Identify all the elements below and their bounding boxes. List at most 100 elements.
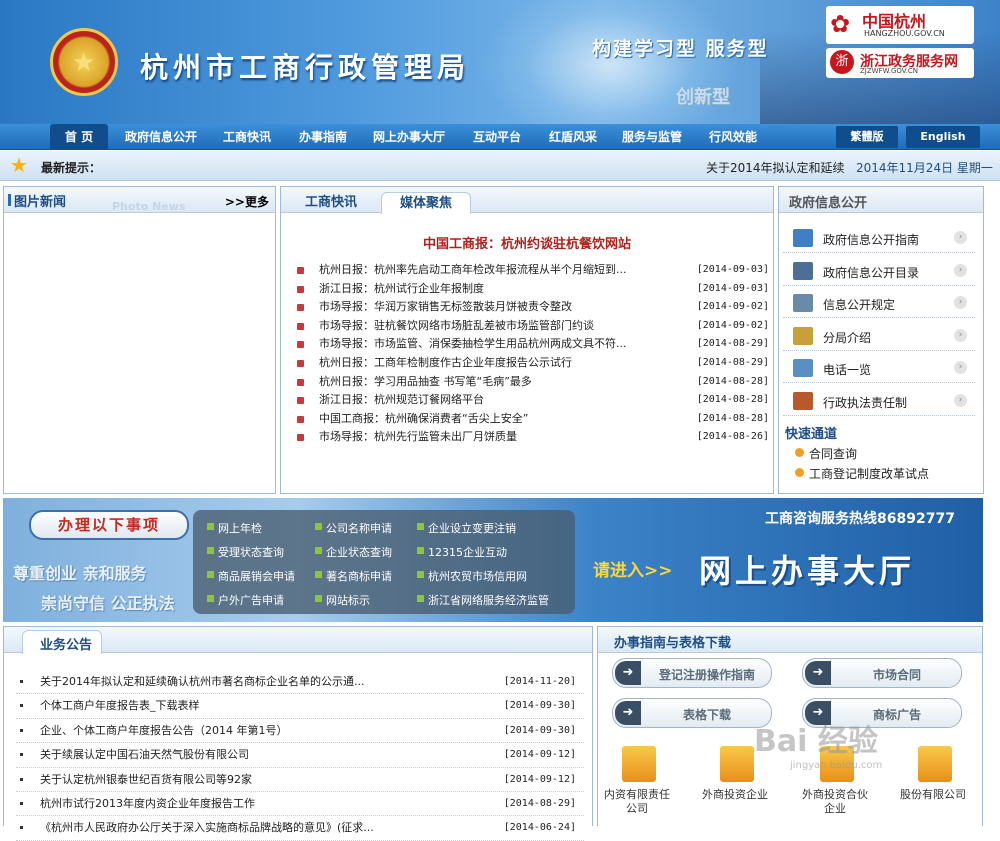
announcement-item[interactable]: 《杭州市人民政府办公厅关于深入实施商标品牌战略的意见》(征求... [2014-0… (16, 816, 584, 841)
bullet-icon (315, 547, 322, 554)
gov-info-item[interactable]: 电话一览 › (783, 353, 975, 383)
news-item[interactable]: 市场导报：华润万家销售无标签散装月饼被责令整改 [2014-09-02] (295, 298, 769, 317)
tab-business-news[interactable]: 工商快讯 (291, 192, 371, 214)
news-item-title: 中国工商报：杭州确保消费者“舌尖上安全” (319, 411, 529, 425)
nav-home[interactable]: 首 页 (50, 124, 108, 150)
bullet-icon (20, 704, 23, 708)
registration-guide-button[interactable]: ➜ 登记注册操作指南 (612, 658, 772, 688)
nav-news[interactable]: 工商快讯 (214, 124, 280, 150)
gov-info-item-label: 行政执法责任制 (823, 395, 908, 410)
news-item[interactable]: 杭州日报：工商年检制度作古企业年度报告公示试行 [2014-08-29] (295, 354, 769, 373)
nav-guide[interactable]: 办事指南 (290, 124, 356, 150)
news-item[interactable]: 市场导报：市场监管、消保委抽检学生用品杭州两成文具不符... [2014-08-2… (295, 335, 769, 354)
online-hall-banner[interactable]: 办理以下事项 尊重创业 亲和服务 崇尚守信 公正执法 网上年检 公司名称申请 企业设… (3, 498, 983, 622)
photo-news-title: 图片新闻 (7, 191, 66, 210)
news-item-title: 浙江日报：杭州规范订餐网络平台 (319, 393, 484, 407)
zhejiang-portal-link[interactable]: 浙 浙江政务服务网 ZJZWFW.GOV.CN (826, 48, 974, 78)
news-item-title: 市场导报：市场监管、消保委抽检学生用品杭州两成文具不符... (319, 337, 627, 351)
news-item-date: [2014-08-28] (696, 375, 769, 387)
button-label: 登记注册操作指南 (658, 668, 755, 682)
news-item[interactable]: 浙江日报：杭州试行企业年报制度 [2014-09-03] (295, 280, 769, 299)
news-headline[interactable]: 中国工商报：杭州约谈驻杭餐饮网站 (281, 233, 773, 252)
nav-interaction[interactable]: 互动平台 (462, 124, 532, 150)
service-link-label: 公司名称申请 (326, 522, 392, 535)
arrow-right-icon: ➜ (805, 661, 831, 685)
announcement-item[interactable]: 关于认定杭州银泰世纪百货有限公司等92家 [2014-09-12] (16, 768, 584, 792)
gov-info-item[interactable]: 政府信息公开指南 › (783, 223, 975, 253)
bullet-icon (297, 341, 304, 349)
ticker-message[interactable]: 关于2014年拟认定和延续 (706, 159, 845, 176)
news-item[interactable]: 杭州日报：杭州率先启动工商年检改年报流程从半个月缩短到... [2014-09-0… (295, 261, 769, 280)
announcement-item[interactable]: 杭州市试行2013年度内资企业年度报告工作 [2014-08-29] (16, 792, 584, 817)
announcement-item[interactable]: 个体工商户年度报告表_下载表样 [2014-09-30] (16, 694, 584, 719)
news-item[interactable]: 杭州日报：学习用品抽查 书写笔“毛病”最多 [2014-08-28] (295, 373, 769, 392)
traditional-chinese-button[interactable]: 繁體版 (836, 126, 898, 148)
button-label: 表格下载 (682, 708, 731, 722)
org-chart-icon (793, 229, 813, 247)
news-item[interactable]: 市场导报：驻杭餐饮网络市场脏乱差被市场监管部门约谈 [2014-09-02] (295, 317, 769, 336)
photo-news-header: 图片新闻 Photo News >>更多 (4, 187, 275, 213)
gov-info-item[interactable]: 信息公开规定 › (783, 288, 975, 318)
service-link-label: 企业状态查询 (326, 546, 392, 559)
bullet-icon (297, 267, 304, 274)
market-contract-button[interactable]: ➜ 市场合同 (802, 658, 962, 688)
announcement-date: [2014-09-12] (503, 749, 576, 761)
news-item-date: [2014-08-28] (696, 412, 769, 424)
photo-news-more-link[interactable]: >>更多 (225, 193, 269, 210)
service-link-label: 浙江省网络服务经济监管 (428, 594, 549, 607)
form-download-button[interactable]: ➜ 表格下载 (612, 698, 772, 728)
services-tag: 办理以下事项 (29, 510, 189, 540)
bullet-icon (417, 547, 424, 554)
nav-gov-info[interactable]: 政府信息公开 (118, 124, 204, 150)
guide-title: 办事指南与表格下载 (614, 636, 732, 651)
news-item-title: 浙江日报：杭州试行企业年报制度 (319, 281, 484, 295)
announcement-date: [2014-09-30] (503, 724, 576, 736)
service-links-box: 网上年检 公司名称申请 企业设立变更注销 受理状态查询 企业状态查询 12315企业互动商… (193, 510, 575, 614)
service-link-label: 商品展销会申请 (218, 570, 295, 583)
building-icon (622, 746, 656, 782)
bullet-icon (20, 777, 23, 781)
baidu-watermark: Bai 经验 (754, 724, 878, 759)
announcement-item[interactable]: 企业、个体工商户年度报告公告（2014 年第1号） [2014-09-30] (16, 719, 584, 744)
announcement-title: 个体工商户年度报告表_下载表样 (40, 699, 200, 713)
nav-efficiency[interactable]: 行风效能 (700, 124, 766, 150)
gov-info-title: 政府信息公开 (789, 196, 868, 211)
gov-info-item[interactable]: 分局介绍 › (783, 321, 975, 351)
bullet-icon (20, 728, 23, 732)
bullet-icon (417, 571, 424, 578)
announcements-list: 关于2014年拟认定和延续确认杭州市著名商标企业名单的公示通... [2014-1… (16, 670, 584, 841)
arrow-right-icon: ➜ (615, 661, 641, 685)
nav-red-shield[interactable]: 红盾风采 (540, 124, 606, 150)
band-slogan-1: 尊重创业 亲和服务 (13, 564, 147, 583)
service-link-label: 12315企业互动 (428, 546, 507, 559)
news-item-title: 市场导报：驻杭餐饮网络市场脏乱差被市场监管部门约谈 (319, 318, 594, 332)
announcement-title: 《杭州市人民政府办公厅关于深入实施商标品牌战略的意见》(征求... (40, 821, 374, 835)
english-button[interactable]: English (906, 126, 980, 148)
nav-online-hall[interactable]: 网上办事大厅 (366, 124, 452, 150)
nav-service-supervision[interactable]: 服务与监管 (614, 124, 690, 150)
news-item[interactable]: 浙江日报：杭州规范订餐网络平台 [2014-08-28] (295, 391, 769, 410)
entity-label: 股份有限公司 (900, 788, 966, 801)
bullet-icon (315, 571, 322, 578)
service-link-label: 网站标示 (326, 594, 370, 607)
site-title: 杭州市工商行政管理局 (140, 51, 471, 84)
gov-info-item[interactable]: 政府信息公开目录 › (783, 256, 975, 286)
announcement-date: [2014-09-12] (503, 773, 576, 785)
entity-label: 外商投资合伙企业 (802, 788, 868, 815)
announcement-item[interactable]: 关于2014年拟认定和延续确认杭州市著名商标企业名单的公示通... [2014-1… (16, 670, 584, 695)
gov-info-item[interactable]: 行政执法责任制 › (783, 386, 975, 416)
baidu-watermark-url: jingyan.baidu.com (790, 760, 883, 771)
entity-label: 内资有限责任公司 (604, 788, 670, 815)
tab-media-focus[interactable]: 媒体聚焦 (381, 192, 471, 214)
hangzhou-portal-link[interactable]: ✿ 中国杭州 HANGZHOU.GOV.CN (826, 6, 974, 44)
news-item[interactable]: 市场导报：杭州先行监管未出厂月饼质量 [2014-08-26] (295, 428, 769, 447)
announcement-item[interactable]: 关于续展认定中国石油天然气股份有限公司 [2014-09-12] (16, 743, 584, 768)
slogan: 构建学习型 服务型 (592, 38, 769, 60)
bullet-icon (20, 680, 23, 683)
enter-hall-link[interactable]: 请进入>> (593, 556, 673, 581)
news-item[interactable]: 中国工商报：杭州确保消费者“舌尖上安全” [2014-08-28] (295, 410, 769, 429)
online-hall-title[interactable]: 网上办事大厅 (699, 546, 915, 592)
building-icon (793, 326, 813, 345)
zhejiang-logo-icon: 浙 (830, 50, 854, 74)
news-item-date: [2014-08-26] (696, 431, 769, 443)
